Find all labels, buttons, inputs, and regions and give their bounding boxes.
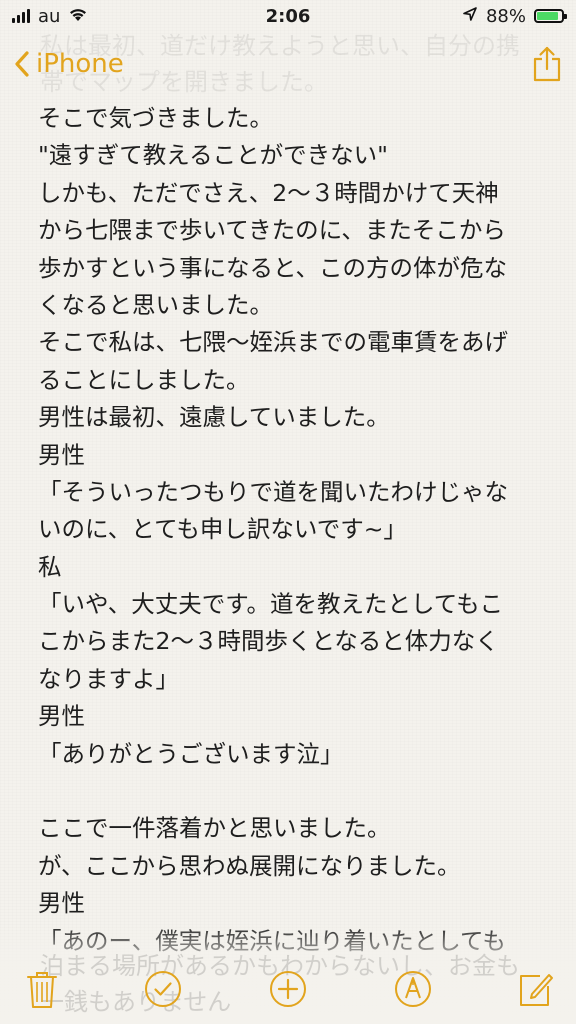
note-line: そこで気づきました。: [38, 104, 273, 132]
note-line: [38, 773, 538, 810]
back-button[interactable]: iPhone: [14, 49, 124, 79]
note-line: いのに、とても申し訳ないです~」: [38, 515, 407, 544]
status-bar: au 2:06 88%: [0, 0, 576, 32]
note-line: "遠すぎて教えることができない": [38, 141, 388, 170]
checklist-icon[interactable]: [144, 970, 182, 1008]
chevron-left-icon: [14, 50, 30, 78]
navigation-bar: iPhone: [0, 36, 576, 92]
note-line: しかも、ただでさえ、2〜３時間かけて天神: [38, 178, 499, 207]
note-line: から七隈まで歩いてきたのに、またそこから: [38, 216, 506, 245]
location-arrow-icon: [462, 6, 478, 27]
note-line: 「いや、大丈夫です。道を教えたとしてもこ: [38, 590, 504, 619]
add-icon[interactable]: [269, 970, 307, 1008]
battery-icon: [534, 9, 567, 23]
note-line: ることにしました。: [38, 365, 250, 394]
note-body[interactable]: そこで気づきました。 "遠すぎて教えることができない" しかも、ただでさえ、2〜３時…: [38, 100, 538, 960]
share-icon[interactable]: [532, 46, 562, 82]
status-time: 2:06: [265, 5, 311, 27]
note-line: ここで一件落着かと思いました。: [38, 814, 391, 843]
note-line: 男性は最初、遠慮していました。: [38, 403, 390, 432]
wifi-icon: [68, 6, 88, 27]
trash-icon[interactable]: [26, 970, 58, 1010]
note-line: 男性: [38, 440, 85, 469]
markup-icon[interactable]: [394, 970, 432, 1008]
note-line: くなると思いました。: [38, 290, 273, 319]
note-line: なりますよ」: [38, 664, 179, 693]
note-line: 男性: [38, 889, 85, 918]
bottom-toolbar: [0, 936, 576, 1024]
status-left: au: [12, 6, 88, 27]
note-line: 歩かすという事になると、この方の体が危な: [38, 253, 508, 282]
note-line: 私: [38, 552, 62, 581]
note-line: そこで私は、七隈〜姪浜までの電車賃をあげ: [38, 328, 508, 357]
note-line: が、ここから思わぬ展開になりました。: [38, 851, 461, 880]
note-line: こからまた2〜３時間歩くとなると体力なく: [38, 627, 499, 656]
battery-level-fill: [537, 12, 559, 20]
note-line: 「ありがとうございます泣」: [38, 739, 344, 768]
compose-icon[interactable]: [518, 970, 554, 1008]
status-right: 88%: [462, 5, 567, 27]
battery-percent: 88%: [485, 5, 526, 27]
back-button-label: iPhone: [36, 49, 124, 79]
note-line: 男性: [38, 702, 85, 731]
carrier-label: au: [38, 5, 61, 27]
note-line: 「そういったつもりで道を聞いたわけじゃな: [38, 477, 508, 506]
signal-strength-icon: [12, 9, 30, 23]
